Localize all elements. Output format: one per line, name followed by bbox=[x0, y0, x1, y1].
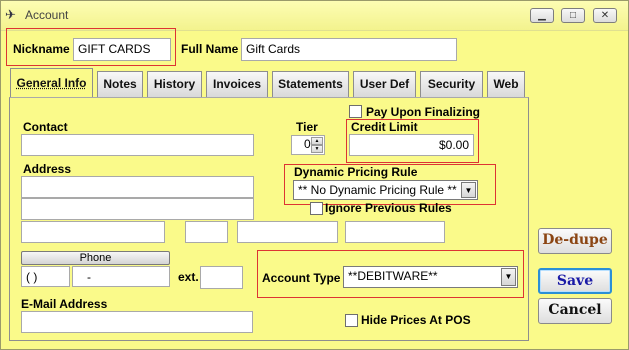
dynamic-pricing-select[interactable]: ** No Dynamic Pricing Rule ** ▼ bbox=[293, 180, 478, 200]
tab-statements[interactable]: Statements bbox=[272, 71, 349, 97]
tab-security[interactable]: Security bbox=[420, 71, 483, 97]
tier-value: 0 bbox=[304, 137, 311, 151]
nickname-label: Nickname bbox=[13, 42, 70, 56]
full-name-label: Full Name bbox=[181, 42, 239, 56]
cancel-button[interactable]: Cancel bbox=[538, 298, 612, 324]
dynamic-pricing-value: ** No Dynamic Pricing Rule ** bbox=[298, 183, 457, 197]
tab-general-info[interactable]: General Info bbox=[10, 68, 93, 98]
account-type-select[interactable]: **DEBITWARE** ▼ bbox=[343, 266, 518, 288]
tier-label: Tier bbox=[296, 120, 318, 134]
dynamic-pricing-label: Dynamic Pricing Rule bbox=[294, 165, 418, 179]
ext-label: ext. bbox=[178, 270, 199, 284]
account-type-value: **DEBITWARE** bbox=[348, 269, 438, 283]
maximize-icon: □ bbox=[569, 10, 577, 21]
tab-user-def[interactable]: User Def bbox=[353, 71, 416, 97]
account-type-label: Account Type bbox=[262, 271, 341, 285]
ext-input[interactable] bbox=[200, 266, 243, 289]
close-button[interactable]: ✕ bbox=[593, 8, 617, 23]
maximize-button[interactable]: □ bbox=[561, 8, 585, 23]
contact-label: Contact bbox=[23, 120, 68, 134]
zip-input[interactable] bbox=[237, 221, 338, 243]
phone-number-input[interactable]: - bbox=[72, 266, 170, 287]
minimize-icon: ▁ bbox=[538, 10, 546, 21]
pay-upon-finalizing-label: Pay Upon Finalizing bbox=[366, 105, 481, 119]
chevron-down-icon[interactable]: ▼ bbox=[461, 182, 476, 198]
state-input[interactable] bbox=[185, 221, 228, 243]
phone-button[interactable]: Phone bbox=[21, 251, 170, 265]
credit-limit-input[interactable]: $0.00 bbox=[349, 134, 474, 156]
country-input[interactable] bbox=[345, 221, 445, 243]
tab-notes[interactable]: Notes bbox=[97, 71, 143, 97]
title-bar[interactable]: ✈ Account ▁ □ ✕ bbox=[1, 1, 628, 31]
tab-web[interactable]: Web bbox=[487, 71, 525, 97]
de-dupe-button[interactable]: De-dupe bbox=[538, 228, 612, 254]
city-input[interactable] bbox=[21, 221, 165, 243]
ignore-previous-rules-checkbox[interactable] bbox=[310, 202, 323, 215]
tab-invoices[interactable]: Invoices bbox=[206, 71, 268, 97]
chevron-down-icon[interactable]: ▼ bbox=[501, 268, 516, 286]
close-icon: ✕ bbox=[600, 10, 610, 21]
tier-down-icon[interactable]: ▼ bbox=[311, 145, 323, 153]
address-label: Address bbox=[23, 162, 72, 176]
window-title: Account bbox=[25, 8, 69, 22]
tab-history[interactable]: History bbox=[147, 71, 202, 97]
phone-area-input[interactable]: ( ) bbox=[21, 266, 70, 287]
hide-prices-at-pos-label: Hide Prices At POS bbox=[361, 313, 471, 327]
email-label: E-Mail Address bbox=[21, 297, 108, 311]
pay-upon-finalizing-checkbox[interactable] bbox=[349, 105, 362, 118]
address-line1-input[interactable] bbox=[21, 176, 254, 198]
app-icon: ✈ bbox=[5, 7, 16, 22]
tier-stepper[interactable]: 0 ▲ ▼ bbox=[291, 135, 325, 155]
hide-prices-at-pos-checkbox[interactable] bbox=[345, 314, 358, 327]
contact-input[interactable] bbox=[21, 134, 254, 156]
tier-up-icon[interactable]: ▲ bbox=[311, 137, 323, 145]
save-button[interactable]: Save bbox=[538, 268, 612, 294]
account-window: ✈ Account ▁ □ ✕ Nickname GIFT CARDS Full… bbox=[0, 0, 629, 350]
nickname-input[interactable]: GIFT CARDS bbox=[73, 38, 171, 61]
full-name-input[interactable]: Gift Cards bbox=[241, 38, 457, 61]
address-line2-input[interactable] bbox=[21, 198, 254, 220]
credit-limit-label: Credit Limit bbox=[351, 120, 418, 134]
email-input[interactable] bbox=[21, 311, 253, 333]
ignore-previous-rules-label: Ignore Previous Rules bbox=[325, 201, 452, 215]
minimize-button[interactable]: ▁ bbox=[530, 8, 554, 23]
